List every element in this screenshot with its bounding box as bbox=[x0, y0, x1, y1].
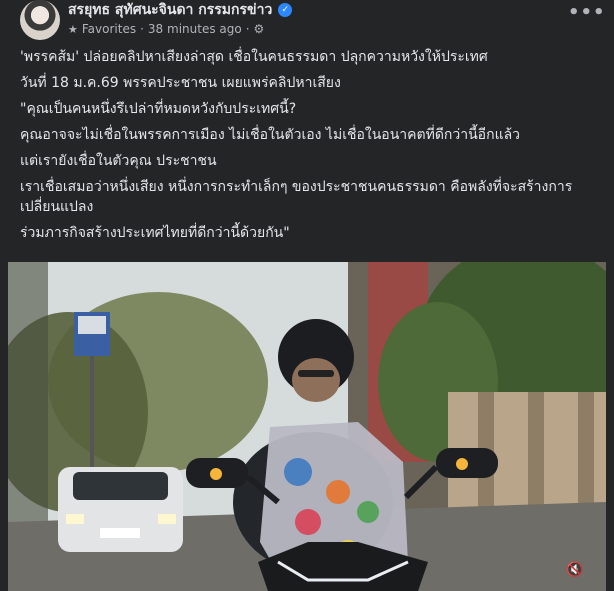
post-line-6: เราเชื่อเสมอว่าหนึ่งเสียง หนึ่งการกระทำเ… bbox=[20, 179, 573, 215]
meta-separator: · bbox=[245, 22, 250, 36]
facebook-post: สรยุทธ สุทัศนะจินดา กรรมกรข่าว ✓ ★ Favor… bbox=[4, 0, 610, 591]
star-icon: ★ bbox=[68, 22, 78, 36]
post-line-5: แต่เรายังเชื่อในตัวคุณ ประชาชน bbox=[20, 153, 217, 169]
gear-icon[interactable]: ⚙ bbox=[254, 22, 265, 36]
author-avatar[interactable] bbox=[20, 0, 60, 40]
post-line-4: คุณอาจจะไม่เชื่อในพรรคการเมือง ไม่เชื่อใ… bbox=[20, 127, 521, 143]
verified-badge-icon: ✓ bbox=[278, 3, 293, 17]
post-line-7: ร่วมภารกิจสร้างประเทศไทยที่ดีกว่านี้ด้วย… bbox=[20, 225, 290, 241]
more-options-icon[interactable]: ••• bbox=[568, 4, 605, 26]
audience-label[interactable]: Favorites bbox=[82, 22, 136, 36]
meta-separator: · bbox=[140, 22, 144, 36]
post-line-3: "คุณเป็นคนหนึ่งรึเปล่าที่หมดหวังกับประเท… bbox=[20, 101, 297, 117]
volume-muted-icon[interactable]: 🔇 bbox=[564, 559, 586, 581]
post-header: สรยุทธ สุทัศนะจินดา กรรมกรข่าว ✓ ★ Favor… bbox=[20, 0, 605, 40]
post-timestamp[interactable]: 38 minutes ago bbox=[148, 22, 242, 36]
post-text: 'พรรคส้ม' ปล่อยคลิปหาเสียงล่าสุด เชื่อใน… bbox=[20, 47, 600, 249]
video-frame-illustration bbox=[8, 262, 606, 591]
author-name[interactable]: สรยุทธ สุทัศนะจินดา กรรมกรข่าว bbox=[68, 0, 272, 21]
post-meta: ★ Favorites · 38 minutes ago · ⚙ bbox=[68, 21, 264, 37]
post-line-2: วันที่ 18 ม.ค.69 พรรคประชาชน เผยแพร่คลิป… bbox=[20, 75, 341, 91]
post-line-1: 'พรรคส้ม' ปล่อยคลิปหาเสียงล่าสุด เชื่อใน… bbox=[20, 49, 488, 65]
post-video[interactable]: 🔇 bbox=[8, 262, 606, 591]
author-row: สรยุทธ สุทัศนะจินดา กรรมกรข่าว ✓ bbox=[68, 0, 293, 21]
